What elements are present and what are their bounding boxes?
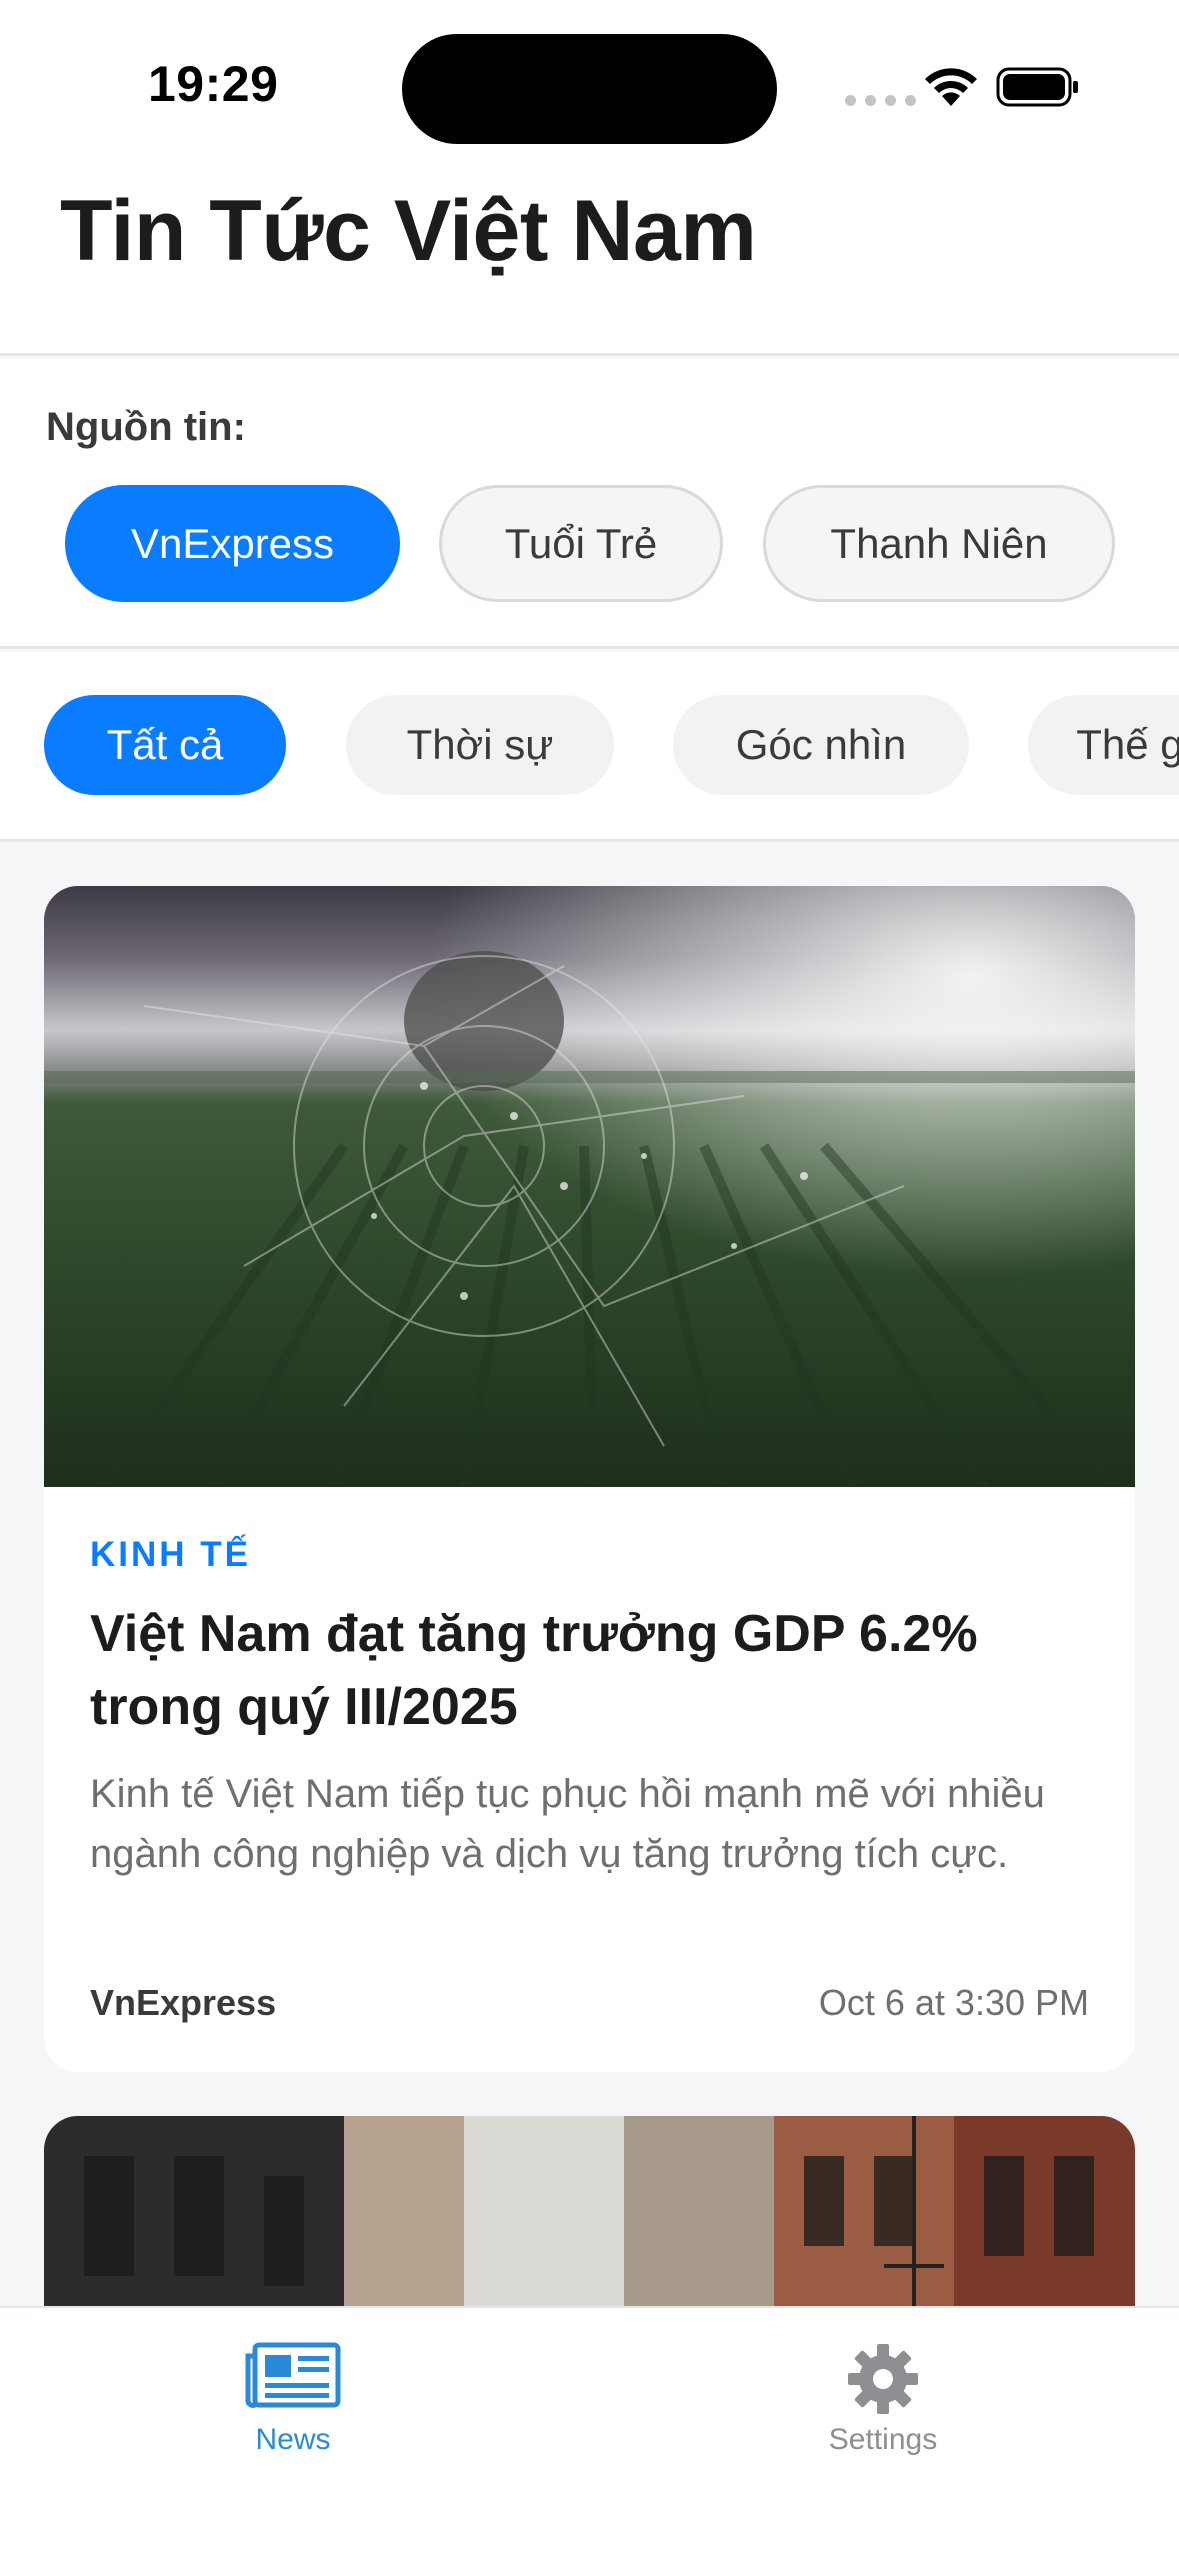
app-screen: 19:29 Tin Tức Việt Nam Nguồn tin: VnExpr… [0,0,1179,2556]
newspaper-icon [245,2342,341,2408]
article-image [44,886,1135,1487]
article-card[interactable]: KINH TẾ Việt Nam đạt tăng trưởng GDP 6.2… [44,886,1135,2072]
source-pill-tuoi-tre[interactable]: Tuổi Trẻ [439,485,723,602]
source-selector: Nguồn tin: VnExpress Tuổi Trẻ Thanh Niên [0,359,1179,649]
category-pill-all[interactable]: Tất cả [44,695,286,795]
wifi-icon [925,68,977,106]
source-pill-vnexpress[interactable]: VnExpress [65,485,400,602]
source-pill-thanh-nien[interactable]: Thanh Niên [763,485,1115,602]
status-bar: 19:29 [0,0,1179,160]
gear-icon [848,2344,918,2414]
status-time: 19:29 [148,56,279,112]
source-label: Nguồn tin: [46,405,246,449]
category-filter: Tất cả Thời sự Góc nhìn Thế giới [0,652,1179,842]
category-pill-goc-nhin[interactable]: Góc nhìn [673,695,969,795]
tab-news-label: News [255,2423,331,2456]
dynamic-island [402,34,777,144]
article-time: Oct 6 at 3:30 PM [818,1982,1089,2023]
app-header: Tin Tức Việt Nam [0,160,1179,356]
tab-news[interactable]: News [183,2328,403,2458]
tab-settings[interactable]: Settings [773,2328,993,2458]
tab-settings-label: Settings [828,2423,938,2456]
article-category: KINH TẾ [90,1535,251,1574]
category-pill-the-gioi[interactable]: Thế giới [1028,695,1179,795]
article-source: VnExpress [90,1982,277,2023]
category-pill-thoi-su[interactable]: Thời sự [346,695,614,795]
article-title: Việt Nam đạt tăng trưởng GDP 6.2% trong … [90,1605,978,1736]
tab-bar: News Settings [0,2306,1179,2556]
page-title: Tin Tức Việt Nam [60,183,757,279]
cellular-signal-icon [845,95,916,106]
battery-icon [996,67,1078,107]
article-summary: Kinh tế Việt Nam tiếp tục phục hồi mạnh … [90,1772,1045,1876]
